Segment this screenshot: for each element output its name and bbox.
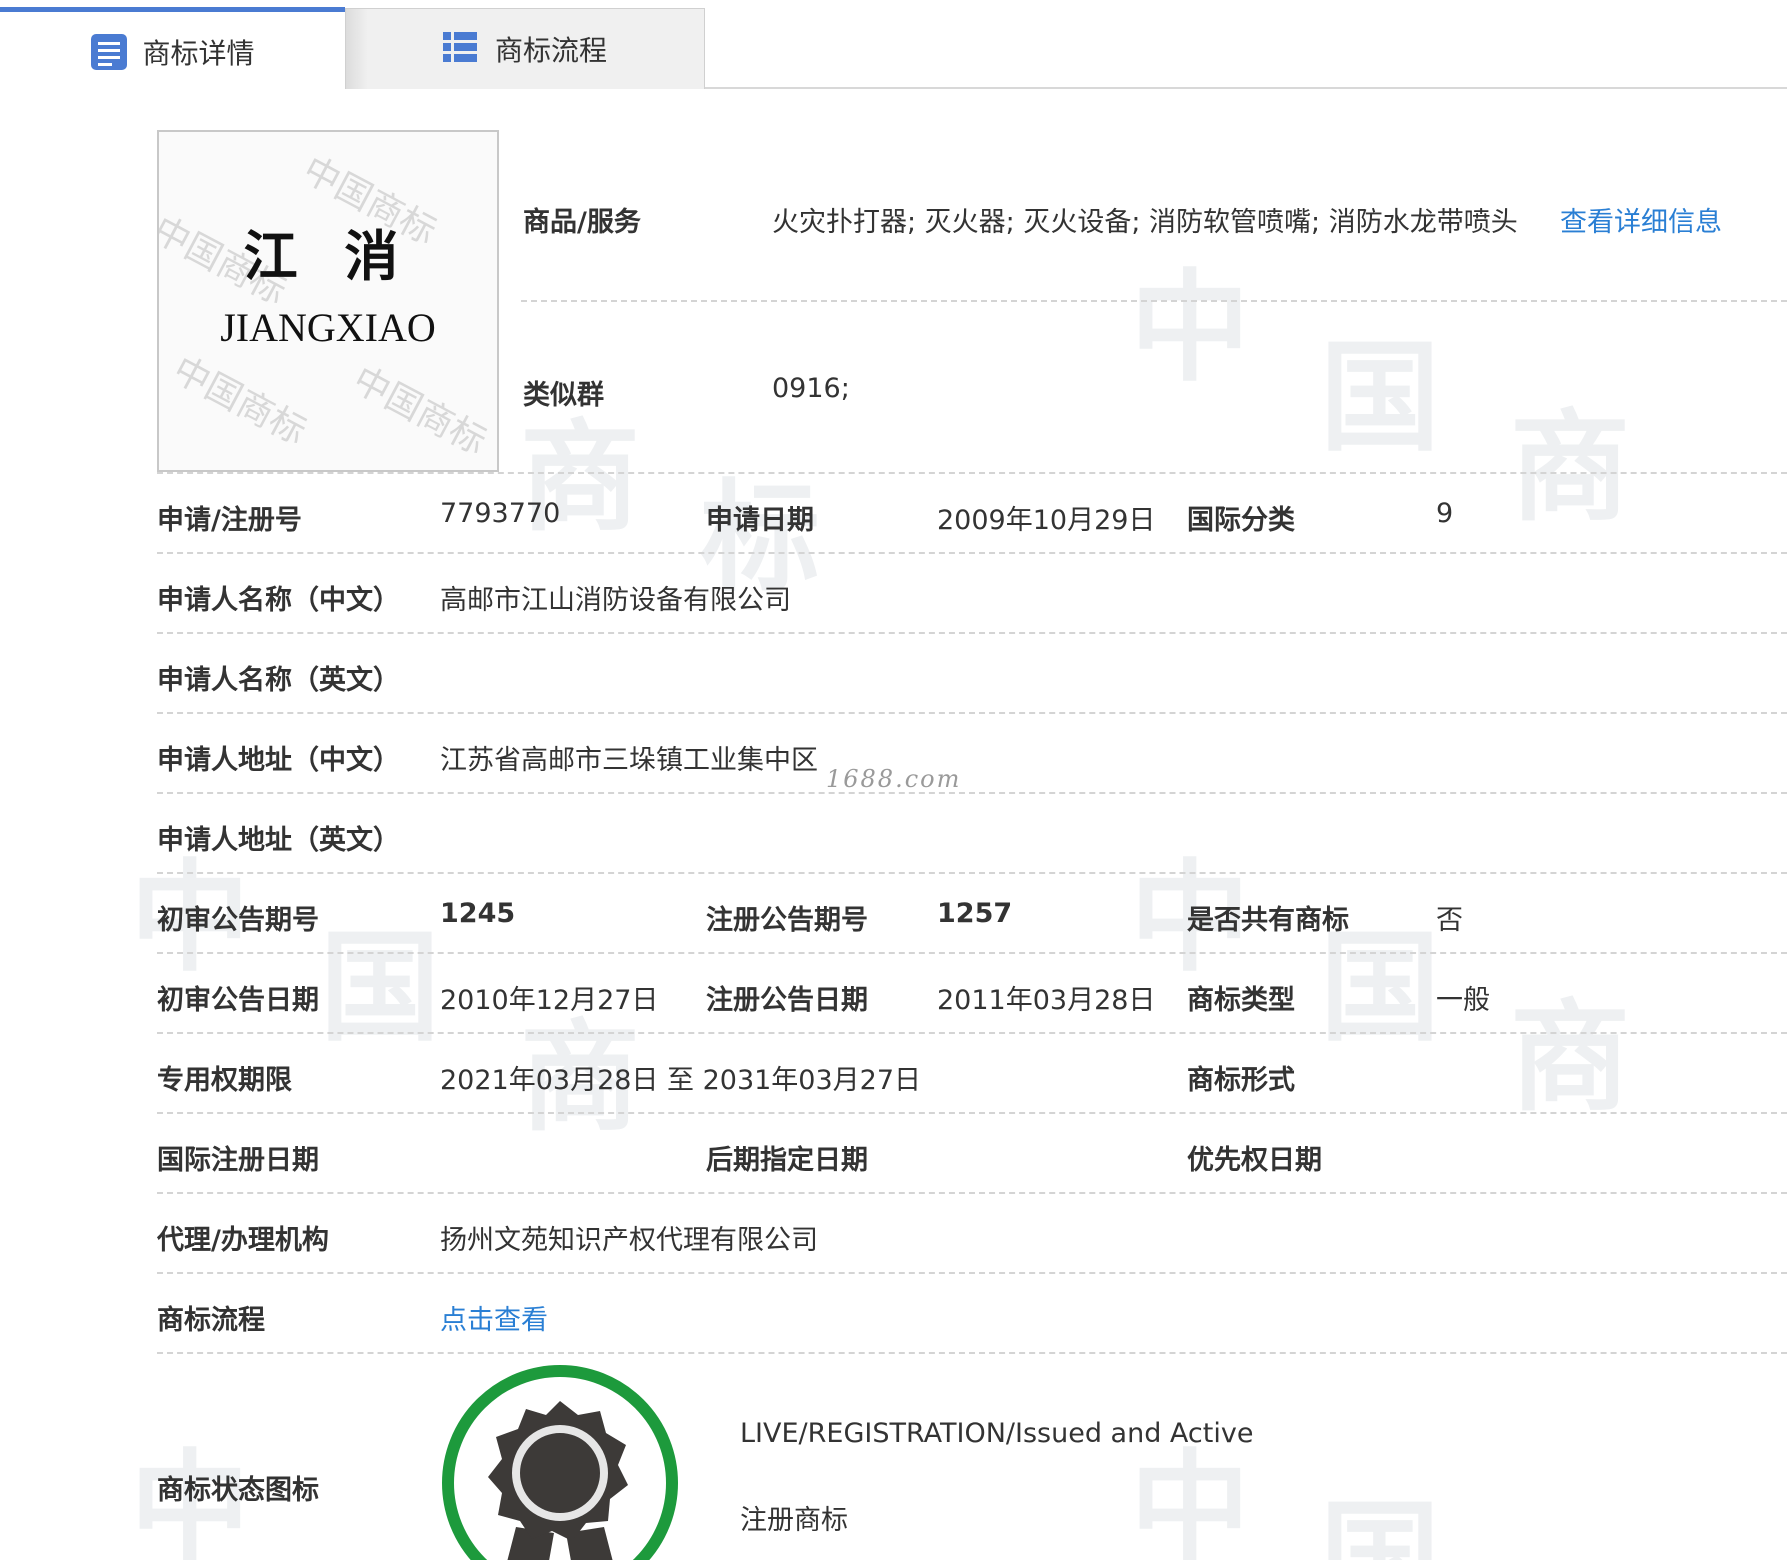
divider — [521, 300, 1787, 302]
reg-issue-value: 1257 — [937, 898, 1013, 929]
divider — [157, 1272, 1787, 1274]
tab-trademark-process[interactable]: 商标流程 — [345, 8, 705, 89]
similar-group-label: 类似群 — [523, 380, 604, 411]
divider — [157, 792, 1787, 794]
divider — [157, 872, 1787, 874]
type-value: 一般 — [1436, 985, 1490, 1016]
applicant-cn-label: 申请人名称（中文） — [157, 585, 400, 616]
agent-value: 扬州文苑知识产权代理有限公司 — [440, 1225, 818, 1256]
intl-class-label: 国际分类 — [1187, 505, 1295, 536]
tab-trademark-detail[interactable]: 商标详情 — [0, 7, 345, 91]
address-en-label: 申请人地址（英文） — [157, 825, 400, 856]
bg-watermark: 商 — [1510, 397, 1630, 538]
logo-text-en: JIANGXIAO — [220, 305, 436, 350]
goods-value: 火灾扑打器; 灭火器; 灭火设备; 消防软管喷嘴; 消防水龙带喷头 — [772, 207, 1518, 238]
grid-list-icon — [442, 30, 481, 68]
site-watermark: 1688.com — [826, 765, 962, 793]
logo-text-cn: 江 消 — [243, 224, 413, 288]
logo-watermark: 中国商标 — [166, 349, 313, 453]
reg-issue-label: 注册公告期号 — [706, 905, 868, 936]
address-cn-value: 江苏省高邮市三垛镇工业集中区 — [440, 745, 818, 776]
exclusive-label: 专用权期限 — [157, 1065, 292, 1096]
applicant-en-label: 申请人名称（英文） — [157, 665, 400, 696]
apply-date-value: 2009年10月29日 — [937, 505, 1156, 536]
divider — [157, 712, 1787, 714]
divider — [157, 1352, 1787, 1354]
bg-watermark: 国 — [1320, 327, 1440, 468]
prelim-date-value: 2010年12月27日 — [440, 985, 659, 1016]
divider — [157, 552, 1787, 554]
form-label: 商标形式 — [1187, 1065, 1295, 1096]
divider — [157, 632, 1787, 634]
reg-no-value: 7793770 — [440, 498, 561, 529]
tab-label: 商标流程 — [494, 34, 607, 67]
similar-group-value: 0916; — [772, 373, 850, 404]
shared-value: 否 — [1436, 905, 1463, 936]
prelim-date-label: 初审公告日期 — [157, 985, 319, 1016]
divider — [157, 472, 1787, 474]
divider — [157, 1032, 1787, 1034]
type-label: 商标类型 — [1187, 985, 1295, 1016]
prelim-issue-value: 1245 — [440, 898, 516, 929]
reg-date-label: 注册公告日期 — [706, 985, 868, 1016]
later-date-label: 后期指定日期 — [706, 1145, 868, 1176]
goods-label: 商品/服务 — [523, 207, 641, 238]
view-details-link[interactable]: 查看详细信息 — [1560, 200, 1722, 239]
shared-label: 是否共有商标 — [1187, 905, 1349, 936]
status-icon-label: 商标状态图标 — [157, 1475, 319, 1506]
view-process-link[interactable]: 点击查看 — [440, 1298, 548, 1337]
divider — [157, 952, 1787, 954]
registered-badge-icon — [442, 1365, 678, 1560]
logo-watermark: 中国商标 — [346, 359, 493, 463]
trademark-image: 中国商标 中国商标 中国商标 中国商标 江 消 JIANGXIAO — [157, 130, 499, 472]
status-cn: 注册商标 — [740, 1505, 848, 1536]
address-cn-label: 申请人地址（中文） — [157, 745, 400, 776]
divider — [157, 1192, 1787, 1194]
tab-bar: 商标详情 商标流程 — [0, 0, 1787, 91]
reg-date-value: 2011年03月28日 — [937, 985, 1156, 1016]
exclusive-value: 2021年03月28日 至 2031年03月27日 — [440, 1065, 922, 1096]
applicant-cn-value: 高邮市江山消防设备有限公司 — [440, 585, 791, 616]
prelim-issue-label: 初审公告期号 — [157, 905, 319, 936]
bg-watermark: 国 — [1320, 1487, 1440, 1560]
bg-watermark: 国 — [320, 917, 440, 1058]
divider — [157, 1112, 1787, 1114]
apply-date-label: 申请日期 — [706, 505, 814, 536]
priority-date-label: 优先权日期 — [1187, 1145, 1322, 1176]
reg-no-label: 申请/注册号 — [157, 505, 302, 536]
status-en: LIVE/REGISTRATION/Issued and Active — [740, 1418, 1254, 1449]
agent-label: 代理/办理机构 — [157, 1225, 329, 1256]
tab-label: 商标详情 — [142, 36, 255, 70]
bg-watermark: 商 — [1510, 987, 1630, 1128]
intl-reg-date-label: 国际注册日期 — [157, 1145, 319, 1176]
intl-class-value: 9 — [1436, 498, 1454, 529]
process-label: 商标流程 — [157, 1305, 265, 1336]
bg-watermark: 中 — [1130, 257, 1250, 398]
list-doc-icon — [90, 33, 128, 71]
